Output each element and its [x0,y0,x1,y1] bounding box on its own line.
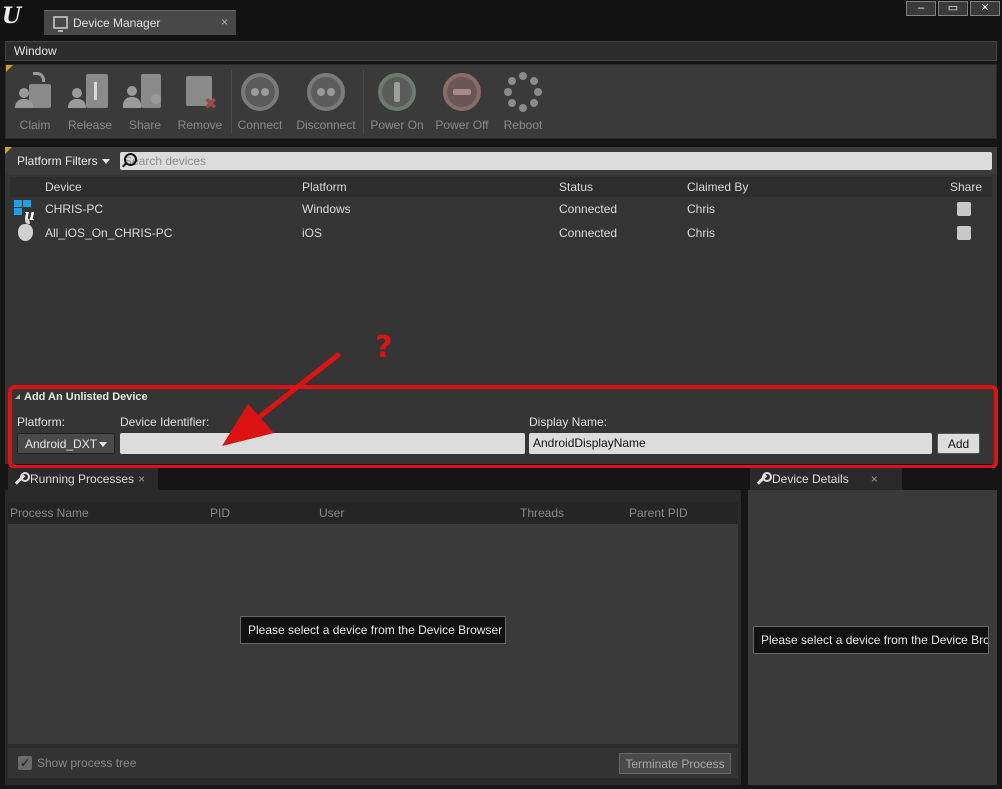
close-icon[interactable]: × [138,472,145,486]
empty-message: Please select a device from the Device B… [240,616,506,644]
device-details-panel: Please select a device from the Device B… [748,490,997,785]
column-parent-pid[interactable]: Parent PID [629,506,688,520]
tab-label: Running Processes [30,472,135,486]
running-processes-panel: Process Name PID User Threads Parent PID… [5,490,741,785]
bottom-tab-strip: Running Processes × Device Details × [5,468,997,490]
terminate-process-button[interactable]: Terminate Process [619,753,731,774]
empty-message: Please select a device from the Device B… [753,626,989,654]
processes-table-header: Process Name PID User Threads Parent PID [8,502,738,524]
tab-label: Device Details [772,472,849,486]
processes-list: Please select a device from the Device B… [8,524,738,744]
tab-device-details[interactable]: Device Details × [750,468,902,490]
processes-footer: ✓ Show process tree Terminate Process [8,748,738,778]
column-process-name[interactable]: Process Name [10,506,89,520]
show-process-tree-label: Show process tree [37,756,137,770]
close-icon[interactable]: × [871,472,878,486]
column-pid[interactable]: PID [210,506,230,520]
column-threads[interactable]: Threads [520,506,564,520]
wrench-icon [755,472,772,485]
column-user[interactable]: User [319,506,344,520]
tab-running-processes[interactable]: Running Processes × [8,468,158,490]
wrench-icon [13,472,30,485]
show-process-tree-checkbox[interactable]: ✓ [18,756,32,770]
